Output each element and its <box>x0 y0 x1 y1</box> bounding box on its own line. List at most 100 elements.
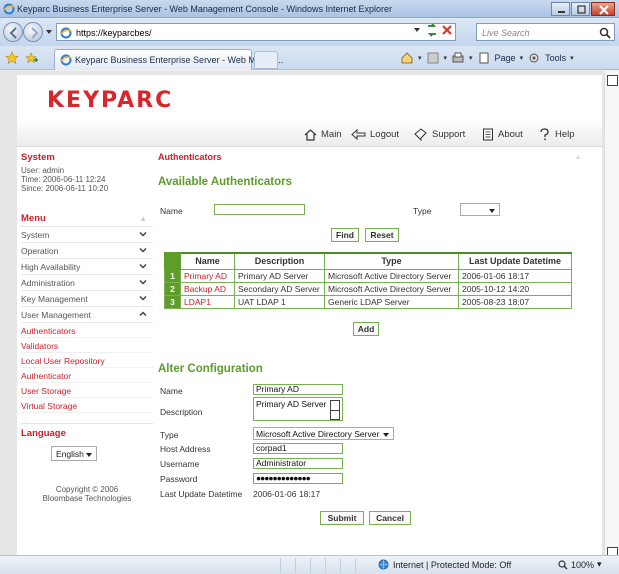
table-row[interactable]: 1 Primary AD Primary AD Server Microsoft… <box>164 268 572 283</box>
home-icon[interactable] <box>400 51 414 65</box>
tab-label: Keyparc Business Enterprise Server - Web… <box>75 55 284 65</box>
alter-host-input[interactable]: corpad1 <box>253 443 343 454</box>
filter-name-input[interactable] <box>214 204 305 215</box>
tools-dropdown-icon[interactable]: ▾ <box>570 54 574 62</box>
language-title: Language <box>21 428 66 439</box>
table-row[interactable]: 3 LDAP1 UAT LDAP 1 Generic LDAP Server 2… <box>164 294 572 309</box>
row-name-link[interactable]: LDAP1 <box>180 294 235 309</box>
stop-icon[interactable] <box>442 25 452 35</box>
history-dropdown-icon[interactable] <box>46 30 52 34</box>
available-authenticators-title: Available Authenticators <box>158 176 292 188</box>
home-dropdown-icon[interactable]: ▾ <box>418 54 422 62</box>
help-question-icon <box>540 127 549 140</box>
system-since: Since: 2006-06-11 10:20 <box>21 184 109 193</box>
row-description: UAT LDAP 1 <box>234 294 325 309</box>
collapse-menu-icon[interactable]: ▲ <box>139 214 147 223</box>
alter-updated-label: Last Update Datetime <box>160 489 243 499</box>
add-button[interactable]: Add <box>353 322 379 336</box>
close-window-button[interactable] <box>591 2 615 16</box>
zoom-control[interactable]: 100% ▾ <box>558 559 602 570</box>
address-url: https://keyparcbes/ <box>76 28 152 38</box>
collapse-content-icon[interactable]: ▲ <box>574 152 582 161</box>
forward-button[interactable] <box>23 22 43 42</box>
scroll-up-button[interactable] <box>607 75 618 86</box>
sidebar-item-key-management[interactable]: Key Management <box>21 291 153 307</box>
nav-about[interactable]: About <box>482 127 523 141</box>
zoom-dropdown-icon[interactable]: ▾ <box>597 559 602 570</box>
favorites-star-icon[interactable] <box>5 51 19 65</box>
filter-name-label: Name <box>160 206 183 216</box>
textarea-scrollbar[interactable] <box>330 400 340 420</box>
alter-description-textarea[interactable]: Primary AD Server <box>253 397 343 421</box>
page-dropdown-icon[interactable]: ▾ <box>520 54 524 62</box>
alter-username-input[interactable]: Administrator <box>253 458 343 469</box>
sidebar-link-local-user-repository[interactable]: Local User Repository <box>21 353 153 368</box>
nav-main[interactable]: Main <box>304 127 342 141</box>
feeds-icon[interactable] <box>426 51 440 65</box>
row-name-link[interactable]: Primary AD <box>180 268 235 283</box>
alter-type-select[interactable]: Microsoft Active Directory Server <box>253 427 394 440</box>
copyright: Copyright © 2006 Bloombase Technologies <box>21 485 153 503</box>
security-zone[interactable]: Internet | Protected Mode: Off <box>378 559 511 570</box>
browser-tab[interactable]: Keyparc Business Enterprise Server - Web… <box>54 49 283 70</box>
alter-name-input[interactable]: Primary AD <box>253 384 343 395</box>
feeds-dropdown-icon[interactable]: ▾ <box>444 54 448 62</box>
search-icon[interactable] <box>599 27 611 39</box>
tools-gear-icon[interactable] <box>527 51 541 65</box>
print-dropdown-icon[interactable]: ▾ <box>469 54 473 62</box>
main-content: Authenticators ▲ Available Authenticator… <box>158 152 582 550</box>
nav-support[interactable]: Support <box>413 127 465 141</box>
sidebar-item-label: User Management <box>21 310 91 320</box>
sidebar-link-user-storage[interactable]: User Storage <box>21 383 153 398</box>
back-button[interactable] <box>3 22 23 42</box>
table-row[interactable]: 2 Backup AD Secondary AD Server Microsof… <box>164 281 572 296</box>
sidebar-item-label: High Availability <box>21 262 81 272</box>
language-select[interactable]: English <box>51 446 97 461</box>
address-tools <box>414 23 452 37</box>
document-icon <box>483 128 493 140</box>
search-input[interactable]: Live Search <box>476 23 615 41</box>
language-section: Language English <box>21 423 153 475</box>
page-menu-icon[interactable] <box>477 51 491 65</box>
address-bar[interactable]: https://keyparcbes/ <box>56 23 456 41</box>
address-dropdown-icon[interactable] <box>414 28 420 32</box>
sidebar-link-virtual-storage[interactable]: Virtual Storage <box>21 398 153 413</box>
sidebar-link-authenticator[interactable]: Authenticator <box>21 368 153 383</box>
language-value: English <box>56 449 84 459</box>
sidebar-item-user-management[interactable]: User Management <box>21 307 153 323</box>
reset-button[interactable]: Reset <box>365 228 399 242</box>
tab-bar: Keyparc Business Enterprise Server - Web… <box>0 46 619 70</box>
copyright-line-2: Bloombase Technologies <box>42 494 132 503</box>
system-title: System <box>21 152 55 163</box>
nav-logout[interactable]: Logout <box>351 127 399 141</box>
maximize-button[interactable] <box>571 2 590 16</box>
page-menu[interactable]: Page <box>495 53 516 63</box>
sidebar-link-authenticators[interactable]: Authenticators <box>21 323 153 338</box>
page-scrollbar[interactable] <box>604 71 619 558</box>
tab-page-icon <box>60 54 72 66</box>
cancel-button[interactable]: Cancel <box>369 511 411 525</box>
nav-help[interactable]: Help <box>538 127 575 141</box>
row-name-link[interactable]: Backup AD <box>180 281 235 296</box>
sidebar-item-high-availability[interactable]: High Availability <box>21 259 153 275</box>
alter-description-value: Primary AD Server <box>256 399 327 409</box>
print-icon[interactable] <box>451 51 465 65</box>
sidebar-item-label: Operation <box>21 246 59 256</box>
sidebar-item-system[interactable]: System <box>21 227 153 243</box>
find-button[interactable]: Find <box>331 228 359 242</box>
refresh-icon[interactable] <box>427 23 437 37</box>
sidebar-item-administration[interactable]: Administration <box>21 275 153 291</box>
system-info: User: admin Time: 2006-06-11 12:24 Since… <box>21 166 153 193</box>
sidebar-link-validators[interactable]: Validators <box>21 338 153 353</box>
filter-type-select[interactable] <box>460 203 500 216</box>
sidebar-item-operation[interactable]: Operation <box>21 243 153 259</box>
new-tab-button[interactable] <box>254 51 278 69</box>
chevron-down-icon <box>139 295 147 301</box>
alter-name-label: Name <box>160 386 183 396</box>
submit-button[interactable]: Submit <box>320 511 364 525</box>
minimize-button[interactable] <box>551 2 570 16</box>
tools-menu[interactable]: Tools <box>545 53 566 63</box>
add-favorites-icon[interactable] <box>24 51 38 65</box>
status-cells <box>280 558 370 573</box>
alter-password-input[interactable]: ●●●●●●●●●●●●● <box>253 473 343 484</box>
